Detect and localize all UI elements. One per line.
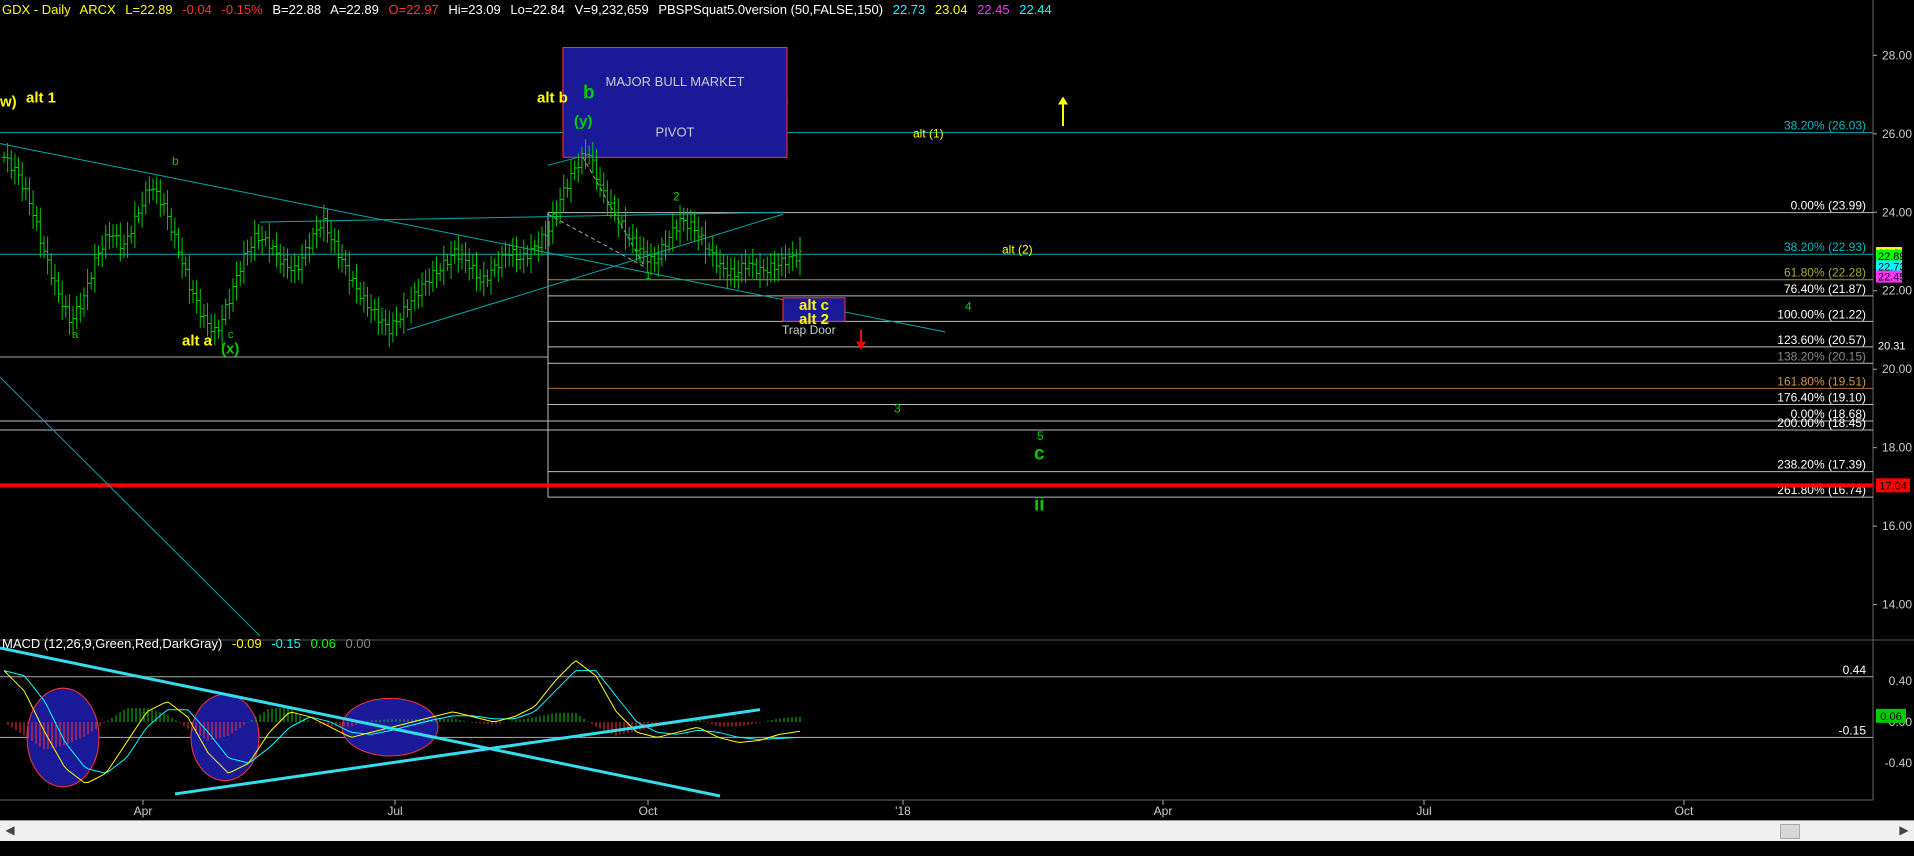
macd-value-3: 0.06 (310, 636, 336, 651)
macd-highlight-circle-1 (190, 693, 260, 782)
macd-tick-label-1: 0.40 (1889, 674, 1913, 688)
horizontal-scrollbar[interactable]: ◀ ▶ (0, 820, 1914, 841)
wave-label-3: a (72, 329, 79, 341)
time-tick-label-3: '18 (895, 804, 911, 818)
high-price: Hi=23.09 (448, 2, 501, 17)
fib-label-0: 38.20% (26.03) (1784, 119, 1866, 133)
fib-label-12: 238.20% (17.39) (1777, 458, 1866, 472)
low-price: Lo=22.84 (510, 2, 565, 17)
study-label: PBSPSquat5.0version (50,FALSE,150) (658, 2, 884, 17)
time-tick-label-4: Apr (1154, 804, 1173, 818)
scroll-left-icon[interactable]: ◀ (3, 823, 17, 837)
wave-label-5: alt a (182, 333, 213, 350)
price-tick-label-3: 22.00 (1882, 284, 1912, 298)
exchange-label: ARCX (79, 2, 116, 17)
fib-label-9: 176.40% (19.10) (1777, 391, 1866, 405)
ask-price: A=22.89 (330, 2, 379, 17)
trendline-5 (547, 213, 646, 268)
wave-label-12: alt (1) (913, 127, 944, 141)
scrollbar-thumb[interactable] (1780, 824, 1800, 839)
wave-label-1: alt 1 (26, 89, 56, 106)
wave-label-2: b (172, 154, 179, 168)
change-percent: -0.15% (221, 2, 263, 17)
wave-label-6: (x) (221, 341, 239, 358)
wave-label-10: 2 (673, 189, 680, 203)
macd-tick-label-4: -0.40 (1885, 756, 1913, 770)
chart-stage: 38.20% (26.03) 0.00% (23.99) 38.20% (22.93… (0, 0, 1914, 856)
fib-label-2: 38.20% (22.93) (1784, 240, 1866, 254)
macd-label: MACD (12,26,9,Green,Red,DarkGray) (2, 636, 223, 651)
wave-label-17: c (1034, 443, 1045, 464)
scroll-right-icon[interactable]: ▶ (1897, 823, 1911, 837)
major-bull-market-pivot-box (562, 46, 788, 158)
study-value-3: 22.45 (977, 2, 1010, 17)
macd-level-label-0: 0.44 (1843, 663, 1867, 677)
study-value-2: 23.04 (934, 2, 968, 17)
wave-label-13: alt (2) (1002, 242, 1033, 256)
wave-label-18: ii (1034, 494, 1045, 515)
wave-label-11: 1 (645, 270, 651, 282)
fib-label-8: 161.80% (19.51) (1777, 374, 1866, 388)
fib-label-3: 61.80% (22.28) (1784, 266, 1866, 280)
price-tick-label-0: 28.00 (1882, 48, 1912, 62)
study-value-1: 22.73 (892, 2, 926, 17)
time-tick-label-2: Oct (639, 804, 658, 818)
time-tick-label-1: Jul (387, 804, 402, 818)
gdx-daily-chart[interactable]: 38.20% (26.03) 0.00% (23.99) 38.20% (22.93… (0, 0, 1914, 820)
wave-label-8: b (583, 82, 595, 103)
trendline-1 (259, 211, 784, 223)
wave-label-9: (y) (574, 113, 592, 130)
volume-value: V=9,232,659 (574, 2, 649, 17)
macd-level-label-1: -0.15 (1839, 723, 1867, 737)
price-tick-label-2: 24.00 (1882, 205, 1912, 219)
up-arrow-icon (1058, 96, 1068, 105)
macd-header: MACD (12,26,9,Green,Red,DarkGray) -0.09 … (2, 636, 377, 651)
macd-value-2: -0.15 (271, 636, 301, 651)
red-line-tag-label: 17.04 (1879, 480, 1907, 492)
trendline-2 (406, 213, 784, 331)
macd-trendline-1 (174, 708, 761, 796)
fib-label-1: 0.00% (23.99) (1791, 199, 1866, 213)
bid-price: B=22.88 (272, 2, 322, 17)
price-tag-label-3: 22.45 (1878, 272, 1906, 284)
last-price: L=22.89 (125, 2, 173, 17)
price-tag-label-4: 20.31 (1878, 340, 1906, 352)
down-arrow-icon (856, 341, 866, 350)
fib-label-11: 200.00% (18.45) (1777, 416, 1866, 430)
time-tick-label-5: Jul (1416, 804, 1431, 818)
wave-label-14: 4 (965, 299, 972, 313)
wave-label-16: 5 (1037, 429, 1044, 443)
fib-label-4: 76.40% (21.87) (1784, 282, 1866, 296)
price-tick-label-5: 18.00 (1882, 441, 1912, 455)
major-bull-market-pivot-box-text-1: PIVOT (655, 124, 694, 139)
price-tick-label-6: 16.00 (1882, 519, 1912, 533)
fib-label-7: 138.20% (20.15) (1777, 349, 1866, 363)
open-price: O=22.97 (388, 2, 439, 17)
wave-label-4: c (228, 329, 234, 341)
major-bull-market-pivot-box-text-0: MAJOR BULL MARKET (606, 74, 745, 89)
fib-label-6: 123.60% (20.57) (1777, 333, 1866, 347)
symbol-label: GDX - Daily (2, 2, 71, 17)
macd-value-tag-label: 0.06 (1880, 711, 1901, 723)
change-value: -0.04 (182, 2, 212, 17)
price-tick-label-1: 26.00 (1882, 127, 1912, 141)
price-tick-label-4: 20.00 (1882, 362, 1912, 376)
time-tick-label-6: Oct (1675, 804, 1694, 818)
wave-label-15: 3 (894, 401, 901, 415)
price-tick-label-7: 14.00 (1882, 598, 1912, 612)
wave-label-7: alt b (537, 89, 568, 106)
macd-value-1: -0.09 (231, 636, 262, 651)
macd-value-4: 0.00 (345, 636, 371, 651)
time-tick-label-0: Apr (134, 804, 153, 818)
fib-label-5: 100.00% (21.22) (1777, 307, 1866, 321)
trendline-4 (0, 376, 261, 637)
study-value-4: 22.44 (1019, 2, 1052, 17)
wave-label-19: Trap Door (782, 323, 836, 337)
chart-header: GDX - Daily ARCX L=22.89 -0.04 -0.15% B=… (2, 2, 1058, 17)
wave-label-0: w) (0, 93, 17, 110)
